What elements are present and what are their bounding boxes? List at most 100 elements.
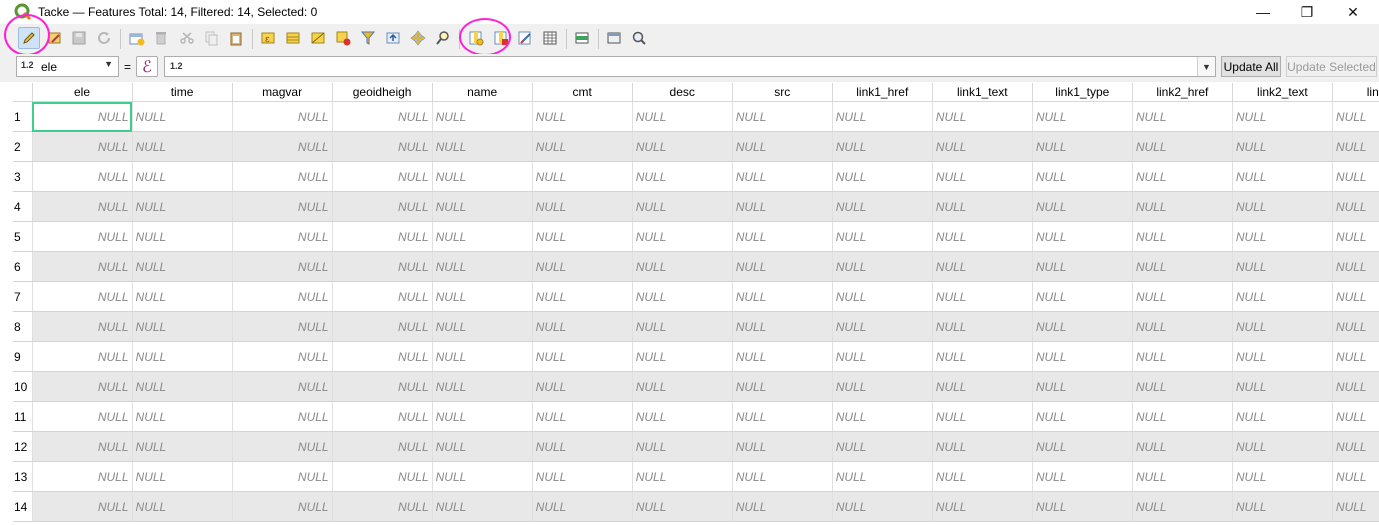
table-cell[interactable]: NULL <box>1132 251 1233 282</box>
row-header[interactable]: 1 <box>13 101 33 132</box>
table-cell[interactable]: NULL <box>732 281 833 312</box>
select-by-expression-button[interactable]: ε <box>257 27 279 49</box>
table-cell[interactable]: NULL <box>932 431 1033 462</box>
table-cell[interactable]: NULL <box>432 461 533 492</box>
table-cell[interactable]: NULL <box>932 461 1033 492</box>
table-cell[interactable]: NULL <box>1232 341 1333 372</box>
row-header[interactable]: 13 <box>13 461 33 492</box>
table-cell[interactable]: NULL <box>932 491 1033 522</box>
new-field-button[interactable] <box>465 27 487 49</box>
table-cell[interactable]: NULL <box>32 251 133 282</box>
table-cell[interactable]: NULL <box>32 461 133 492</box>
row-header[interactable]: 9 <box>13 341 33 372</box>
table-cell[interactable]: NULL <box>1132 371 1233 402</box>
table-cell[interactable]: NULL <box>1332 191 1379 222</box>
table-cell[interactable]: NULL <box>1332 461 1379 492</box>
table-cell[interactable]: NULL <box>132 191 233 222</box>
table-cell[interactable]: NULL <box>732 401 833 432</box>
column-header[interactable]: link1_text <box>932 83 1033 102</box>
table-cell[interactable]: NULL <box>632 341 733 372</box>
table-cell[interactable]: NULL <box>532 101 633 132</box>
table-cell[interactable]: NULL <box>832 251 933 282</box>
table-cell[interactable]: NULL <box>232 431 333 462</box>
deselect-all-button[interactable] <box>332 27 354 49</box>
table-cell[interactable]: NULL <box>632 311 733 342</box>
table-cell[interactable]: NULL <box>1232 461 1333 492</box>
table-cell[interactable]: NULL <box>632 131 733 162</box>
table-cell[interactable]: NULL <box>432 401 533 432</box>
table-row[interactable]: 3 NULL NULL NULL NULL NULL NULL NULL NULL NULL NUL… <box>13 161 1379 192</box>
table-cell[interactable]: NULL <box>1132 401 1233 432</box>
row-header[interactable]: 8 <box>13 311 33 342</box>
row-header[interactable]: 3 <box>13 161 33 192</box>
table-cell[interactable]: NULL <box>1332 341 1379 372</box>
table-cell[interactable]: NULL <box>1132 311 1233 342</box>
table-cell[interactable]: NULL <box>1332 221 1379 252</box>
table-cell[interactable]: NULL <box>432 101 533 132</box>
table-cell[interactable]: NULL <box>1332 311 1379 342</box>
table-cell[interactable]: NULL <box>232 311 333 342</box>
table-cell[interactable]: NULL <box>232 131 333 162</box>
update-selected-button[interactable]: Update Selected <box>1286 56 1377 77</box>
table-cell[interactable]: NULL <box>1032 131 1133 162</box>
table-cell[interactable]: NULL <box>1232 191 1333 222</box>
table-cell[interactable]: NULL <box>232 251 333 282</box>
column-header[interactable]: cmt <box>532 83 633 102</box>
save-edits-button[interactable] <box>68 27 90 49</box>
table-cell[interactable]: NULL <box>832 101 933 132</box>
table-cell[interactable]: NULL <box>232 371 333 402</box>
table-cell[interactable]: NULL <box>1132 161 1233 192</box>
table-cell[interactable]: NULL <box>432 491 533 522</box>
table-cell[interactable]: NULL <box>732 341 833 372</box>
table-cell[interactable]: NULL <box>532 221 633 252</box>
table-cell[interactable]: NULL <box>1032 221 1133 252</box>
table-cell[interactable]: NULL <box>732 251 833 282</box>
table-cell[interactable]: NULL <box>1032 191 1133 222</box>
row-header[interactable]: 11 <box>13 401 33 432</box>
column-header[interactable]: ele <box>32 83 133 102</box>
table-cell[interactable]: NULL <box>1032 161 1133 192</box>
table-cell[interactable]: NULL <box>332 371 433 402</box>
table-cell[interactable]: NULL <box>132 341 233 372</box>
table-cell[interactable]: NULL <box>932 101 1033 132</box>
table-cell[interactable]: NULL <box>932 371 1033 402</box>
minimize-button[interactable]: — <box>1240 0 1286 24</box>
table-cell[interactable]: NULL <box>1132 491 1233 522</box>
table-cell[interactable]: NULL <box>332 461 433 492</box>
table-cell[interactable]: NULL <box>732 161 833 192</box>
table-cell[interactable]: NULL <box>532 401 633 432</box>
table-cell[interactable]: NULL <box>632 491 733 522</box>
table-cell[interactable]: NULL <box>832 461 933 492</box>
table-cell[interactable]: NULL <box>632 191 733 222</box>
table-cell[interactable]: NULL <box>432 371 533 402</box>
table-cell[interactable]: NULL <box>132 101 233 132</box>
table-cell[interactable]: NULL <box>1232 101 1333 132</box>
table-cell[interactable]: NULL <box>1332 431 1379 462</box>
multi-edit-button[interactable] <box>44 27 66 49</box>
conditional-formatting-button[interactable] <box>539 27 561 49</box>
table-row[interactable]: 12 NULL NULL NULL NULL NULL NULL NULL NULL NULL NU… <box>13 431 1379 462</box>
table-cell[interactable]: NULL <box>332 491 433 522</box>
table-cell[interactable]: NULL <box>332 281 433 312</box>
table-cell[interactable]: NULL <box>1032 101 1133 132</box>
table-cell[interactable]: NULL <box>1132 131 1233 162</box>
table-cell[interactable]: NULL <box>1332 281 1379 312</box>
table-cell[interactable]: NULL <box>132 401 233 432</box>
table-cell[interactable]: NULL <box>932 401 1033 432</box>
table-cell[interactable]: NULL <box>1032 251 1133 282</box>
table-cell[interactable]: NULL <box>932 221 1033 252</box>
table-cell[interactable]: NULL <box>532 161 633 192</box>
table-cell[interactable]: NULL <box>632 101 733 132</box>
table-cell[interactable]: NULL <box>132 281 233 312</box>
table-cell[interactable]: NULL <box>732 221 833 252</box>
toggle-editing-button[interactable] <box>18 27 40 49</box>
table-row[interactable]: 13 NULL NULL NULL NULL NULL NULL NULL NULL NULL NU… <box>13 461 1379 492</box>
table-cell[interactable]: NULL <box>932 161 1033 192</box>
table-cell[interactable]: NULL <box>532 131 633 162</box>
table-cell[interactable]: NULL <box>1232 131 1333 162</box>
table-cell[interactable]: NULL <box>1032 341 1133 372</box>
table-cell[interactable]: NULL <box>132 311 233 342</box>
table-row[interactable]: 11 NULL NULL NULL NULL NULL NULL NULL NULL NULL NU… <box>13 401 1379 432</box>
table-cell[interactable]: NULL <box>232 491 333 522</box>
table-cell[interactable]: NULL <box>732 101 833 132</box>
